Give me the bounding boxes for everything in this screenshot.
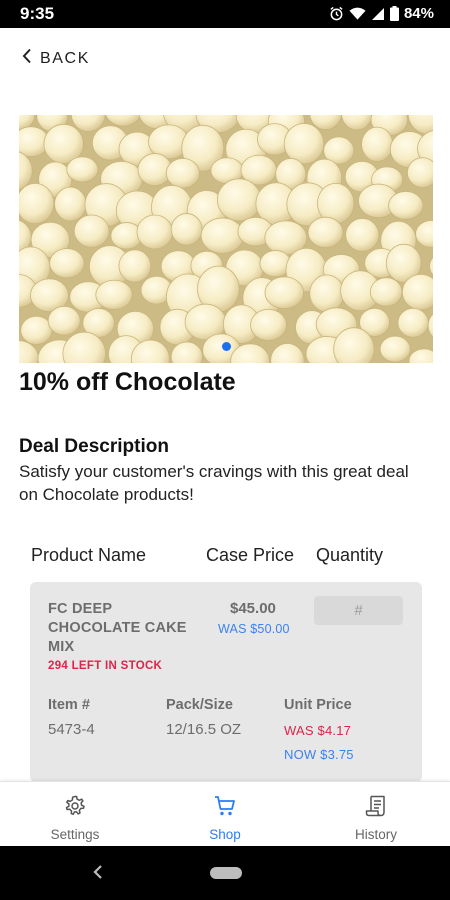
wifi-icon: [349, 7, 366, 21]
case-price: $45.00: [230, 600, 276, 617]
nav-shop[interactable]: Shop: [175, 794, 275, 842]
nav-settings[interactable]: Settings: [25, 794, 125, 842]
status-bar: 9:35 84%: [0, 0, 450, 28]
pack-size-value: 12/16.5 OZ: [166, 721, 242, 738]
unit-price-label: Unit Price: [284, 697, 352, 713]
system-home-pill[interactable]: [210, 867, 242, 879]
battery-percent: 84%: [403, 5, 434, 22]
battery-icon: [389, 6, 399, 21]
alarm-icon: [329, 6, 344, 21]
gear-icon: [63, 794, 87, 823]
nav-settings-label: Settings: [50, 827, 100, 842]
pack-size-label: Pack/Size: [166, 697, 233, 713]
case-was-price: WAS $50.00: [218, 622, 290, 636]
receipt-icon: [364, 794, 388, 823]
item-number-value: 5473-4: [48, 721, 95, 738]
system-nav-bar: [0, 846, 450, 900]
description-text: Satisfy your customer's cravings with th…: [19, 462, 409, 504]
deal-title: 10% off Chocolate: [19, 368, 236, 396]
bottom-nav: Settings Shop History: [0, 781, 450, 846]
quantity-input[interactable]: [314, 596, 403, 625]
signal-icon: [371, 7, 385, 21]
deal-image: [19, 115, 433, 363]
product-card: FC DEEP CHOCOLATE CAKE MIX 294 LEFT IN S…: [30, 582, 422, 782]
item-number-label: Item #: [48, 697, 90, 713]
back-label: BACK: [40, 49, 90, 67]
product-name: FC DEEP CHOCOLATE CAKE MIX: [48, 601, 187, 655]
description-heading: Deal Description: [19, 436, 169, 457]
chevron-left-icon: [22, 48, 32, 69]
column-header-case-price: Case Price: [206, 545, 295, 565]
nav-shop-label: Shop: [209, 827, 241, 842]
column-header-product-name: Product Name: [31, 545, 147, 565]
system-back-icon[interactable]: [92, 863, 104, 886]
carousel-indicator[interactable]: [222, 342, 231, 351]
back-button[interactable]: BACK: [22, 48, 90, 69]
stock-badge: 294 LEFT IN STOCK: [48, 660, 163, 672]
nav-history[interactable]: History: [326, 794, 426, 842]
column-header-quantity: Quantity: [316, 545, 384, 565]
status-icons: 84%: [329, 5, 434, 22]
status-time: 9:35: [20, 4, 55, 23]
nav-history-label: History: [354, 827, 397, 842]
unit-was-price: WAS $4.17: [284, 723, 352, 738]
unit-now-price: NOW $3.75: [284, 747, 354, 762]
cart-icon: [213, 794, 237, 823]
